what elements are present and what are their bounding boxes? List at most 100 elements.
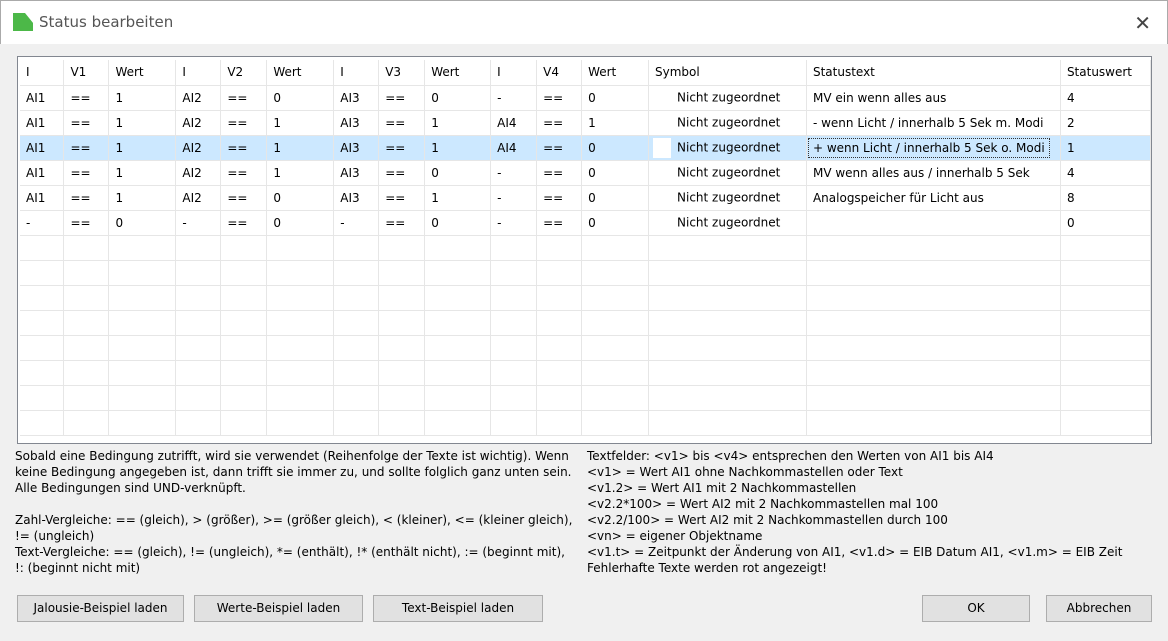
table-cell[interactable]: Nicht zugeordnet [648,210,807,236]
column-header[interactable]: Wert [581,60,650,86]
table-cell[interactable]: == [378,160,426,186]
table-cell[interactable]: == [378,110,426,136]
table-cell[interactable]: AI1 [20,185,65,211]
column-header[interactable]: I [490,60,538,86]
table-cell[interactable]: AI3 [333,160,380,186]
column-header[interactable]: I [175,60,222,86]
table-cell[interactable]: Nicht zugeordnet [648,135,807,161]
table-cell[interactable]: AI4 [490,135,538,161]
table-cell[interactable]: 1 [1060,135,1151,161]
table-cell[interactable]: AI2 [175,85,222,111]
table-cell[interactable]: - [20,210,65,236]
table-cell[interactable]: == [378,210,426,236]
table-cell[interactable]: 0 [266,85,335,111]
table-cell[interactable]: AI1 [20,160,65,186]
cancel-button[interactable]: Abbrechen [1046,595,1152,622]
column-header[interactable]: Statustext [806,60,1061,86]
table-cell[interactable]: 8 [1060,185,1151,211]
table-cell[interactable]: 0 [1060,210,1151,236]
table-cell[interactable]: == [378,135,426,161]
table-cell[interactable]: 4 [1060,160,1151,186]
table-cell[interactable]: == [220,185,268,211]
column-header[interactable]: V1 [63,60,110,86]
column-header[interactable]: I [20,60,65,86]
table-row[interactable]: AI1 == 1 AI2 == 1 AI3 == 1 AI4 == 0 Nicht zugeordnet… [20,135,1151,161]
table-cell[interactable]: Nicht zugeordnet [648,185,807,211]
load-values-example-button[interactable]: Werte-Beispiel laden [194,595,363,622]
table-cell[interactable]: 2 [1060,110,1151,136]
table-cell[interactable]: 0 [424,85,492,111]
table-cell[interactable]: == [536,110,583,136]
table-row[interactable]: AI1 == 1 AI2 == 0 AI3 == 1 - == 0 Nicht zugeordnet An… [20,185,1151,211]
table-cell[interactable]: 0 [108,210,177,236]
table-cell[interactable]: Nicht zugeordnet [648,160,807,186]
table-cell[interactable]: == [378,185,426,211]
table-cell[interactable]: 1 [266,110,335,136]
table-cell[interactable]: == [536,160,583,186]
table-cell[interactable]: - [490,185,538,211]
table-cell[interactable]: 1 [266,160,335,186]
table-cell[interactable]: 0 [581,135,650,161]
table-cell[interactable]: AI3 [333,85,380,111]
table-cell[interactable]: - wenn Licht / innerhalb 5 Sek m. Modi [806,110,1061,136]
table-cell[interactable]: MV wenn alles aus / innerhalb 5 Sek [806,160,1061,186]
table-cell[interactable]: == [63,85,110,111]
table-cell[interactable]: 1 [424,110,492,136]
load-jalousie-example-button[interactable]: Jalousie-Beispiel laden [17,595,184,622]
table-cell[interactable]: == [63,135,110,161]
table-cell[interactable]: AI3 [333,185,380,211]
table-cell[interactable]: == [220,135,268,161]
table-row[interactable]: AI1 == 1 AI2 == 1 AI3 == 0 - == 0 Nicht zugeordnet MV… [20,160,1151,186]
load-text-example-button[interactable]: Text-Beispiel laden [373,595,543,622]
column-header[interactable]: V3 [378,60,426,86]
table-row[interactable]: AI1 == 1 AI2 == 0 AI3 == 0 - == 0 Nicht zugeordnet MV… [20,85,1151,111]
table-cell[interactable]: AI1 [20,135,65,161]
table-cell[interactable]: 1 [266,135,335,161]
table-row[interactable]: AI1 == 1 AI2 == 1 AI3 == 1 AI4 == 1 Nicht zugeordnet… [20,110,1151,136]
column-header[interactable]: I [333,60,380,86]
table-cell[interactable]: 1 [108,135,177,161]
table-cell[interactable]: 1 [424,135,492,161]
table-row[interactable]: - == 0 - == 0 - == 0 - == 0 Nicht zugeordnet 0 [20,210,1151,236]
table-cell[interactable]: 1 [108,160,177,186]
table-cell[interactable]: 0 [424,160,492,186]
table-cell[interactable]: == [220,160,268,186]
table-cell[interactable]: - [333,210,380,236]
table-cell[interactable]: Nicht zugeordnet [648,110,807,136]
table-cell[interactable]: == [63,160,110,186]
close-icon[interactable]: ✕ [1134,11,1151,35]
table-cell[interactable]: Nicht zugeordnet [648,85,807,111]
table-cell[interactable]: 1 [108,85,177,111]
column-header[interactable]: Statuswert [1060,60,1151,86]
table-cell[interactable]: AI4 [490,110,538,136]
column-header[interactable]: Symbol [648,60,807,86]
table-cell[interactable]: + wenn Licht / innerhalb 5 Sek o. Modi [806,135,1061,161]
table-cell[interactable]: == [536,185,583,211]
table-cell[interactable]: 0 [581,85,650,111]
table-cell[interactable]: == [63,185,110,211]
status-grid[interactable]: I V1 Wert I V2 Wert I V3 Wert I V4 Wert Symbol Status… [17,56,1152,444]
table-cell[interactable]: AI2 [175,185,222,211]
table-cell[interactable]: 0 [266,210,335,236]
table-cell[interactable]: == [536,85,583,111]
table-cell[interactable]: AI3 [333,135,380,161]
table-cell[interactable]: 1 [424,185,492,211]
table-cell[interactable]: 1 [581,110,650,136]
column-header[interactable]: V4 [536,60,583,86]
table-cell[interactable]: 0 [424,210,492,236]
table-cell[interactable]: == [63,210,110,236]
table-cell[interactable]: 4 [1060,85,1151,111]
table-cell[interactable]: == [220,210,268,236]
table-cell[interactable]: AI1 [20,85,65,111]
table-cell[interactable]: - [175,210,222,236]
table-cell[interactable]: == [378,85,426,111]
table-cell[interactable]: AI3 [333,110,380,136]
table-cell[interactable]: == [220,110,268,136]
table-cell[interactable]: == [536,135,583,161]
column-header[interactable]: V2 [220,60,268,86]
table-cell[interactable]: MV ein wenn alles aus [806,85,1061,111]
table-cell[interactable]: == [220,85,268,111]
table-cell[interactable]: Analogspeicher für Licht aus [806,185,1061,211]
table-cell[interactable]: - [490,160,538,186]
table-cell[interactable]: 0 [266,185,335,211]
